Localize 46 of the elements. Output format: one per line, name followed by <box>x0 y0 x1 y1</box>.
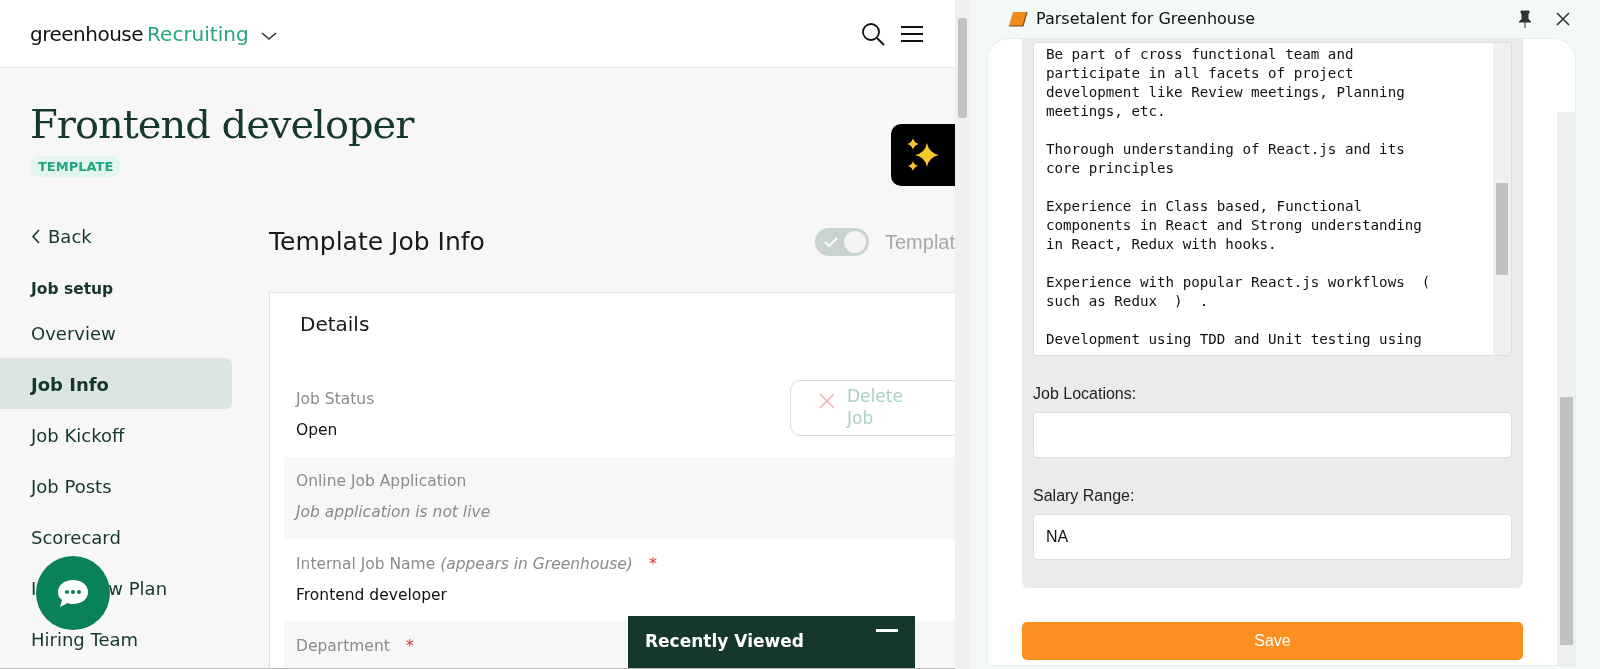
required-marker: * <box>405 635 414 657</box>
field-label: Online Job Application <box>296 471 467 492</box>
field-value: Open <box>296 420 339 442</box>
input-field[interactable]: NA <box>1033 514 1512 560</box>
recently-viewed-title: Recently Viewed <box>645 630 804 653</box>
sparkle-button[interactable] <box>891 124 955 186</box>
pin-icon[interactable] <box>1518 10 1532 28</box>
sidebar-item[interactable]: Job Kickoff <box>0 409 232 461</box>
chevron-left-icon <box>31 228 40 244</box>
section-title: Template Job Info <box>269 226 486 259</box>
input-field[interactable] <box>1033 412 1512 458</box>
section-heading: Job setup <box>29 279 115 300</box>
scrollbar[interactable] <box>1557 112 1575 665</box>
description-textarea[interactable]: Be part of cross functional team and participate in all facets of project development like Review meetings, Planning meetings, etc. Thorough understanding of React.js and its core principles Experience in Class based, Functional components in React and Strong understanding in React, Redux with hooks. Experience with popular React.js workflows ( such as Redux ) . Development using TDD and Unit testing using <box>1033 42 1512 356</box>
field-label: Job Locations: <box>1033 384 1138 404</box>
sidebar-item[interactable]: Hiring Team <box>0 613 232 665</box>
close-icon <box>819 393 835 409</box>
toggle-label: Templat <box>884 230 955 255</box>
sidebar-item-text[interactable]: w Plan <box>108 575 168 601</box>
chat-icon <box>56 578 90 608</box>
field-label: Job Status <box>296 389 375 410</box>
sidebar-item-text[interactable]: I <box>31 575 37 601</box>
card-title: Details <box>299 311 371 338</box>
toggle-switch[interactable] <box>814 228 869 256</box>
back-link[interactable]: Back <box>0 210 232 254</box>
search-icon[interactable] <box>861 21 885 46</box>
logo-text[interactable]: greenhouse <box>30 18 144 49</box>
close-icon[interactable] <box>1556 12 1570 26</box>
template-badge: TEMPLATE <box>30 156 122 177</box>
chevron-down-icon[interactable] <box>260 30 277 41</box>
sidebar-item[interactable]: Job Info <box>0 358 232 410</box>
required-marker: * <box>648 553 657 575</box>
field-value: Frontend developer <box>296 585 448 607</box>
panel-title: Parsetalent for Greenhouse <box>1036 8 1257 30</box>
field-label: Department <box>296 636 390 657</box>
recently-viewed-bar[interactable]: Recently Viewed <box>628 616 915 668</box>
page-title: Frontend developer <box>30 102 416 146</box>
sidebar-item[interactable]: Overview <box>0 307 232 359</box>
sidebar-item[interactable]: Scorecard <box>0 511 232 563</box>
scrollbar[interactable] <box>1493 43 1511 355</box>
menu-icon[interactable] <box>901 24 923 43</box>
minimize-icon[interactable] <box>876 629 898 633</box>
sidebar-item[interactable]: Job Posts <box>0 460 232 512</box>
field-label: Internal Job Name (appears in Greenhouse) <box>296 554 633 575</box>
field-label: Salary Range: <box>1033 486 1136 506</box>
scrollbar[interactable] <box>955 0 970 669</box>
